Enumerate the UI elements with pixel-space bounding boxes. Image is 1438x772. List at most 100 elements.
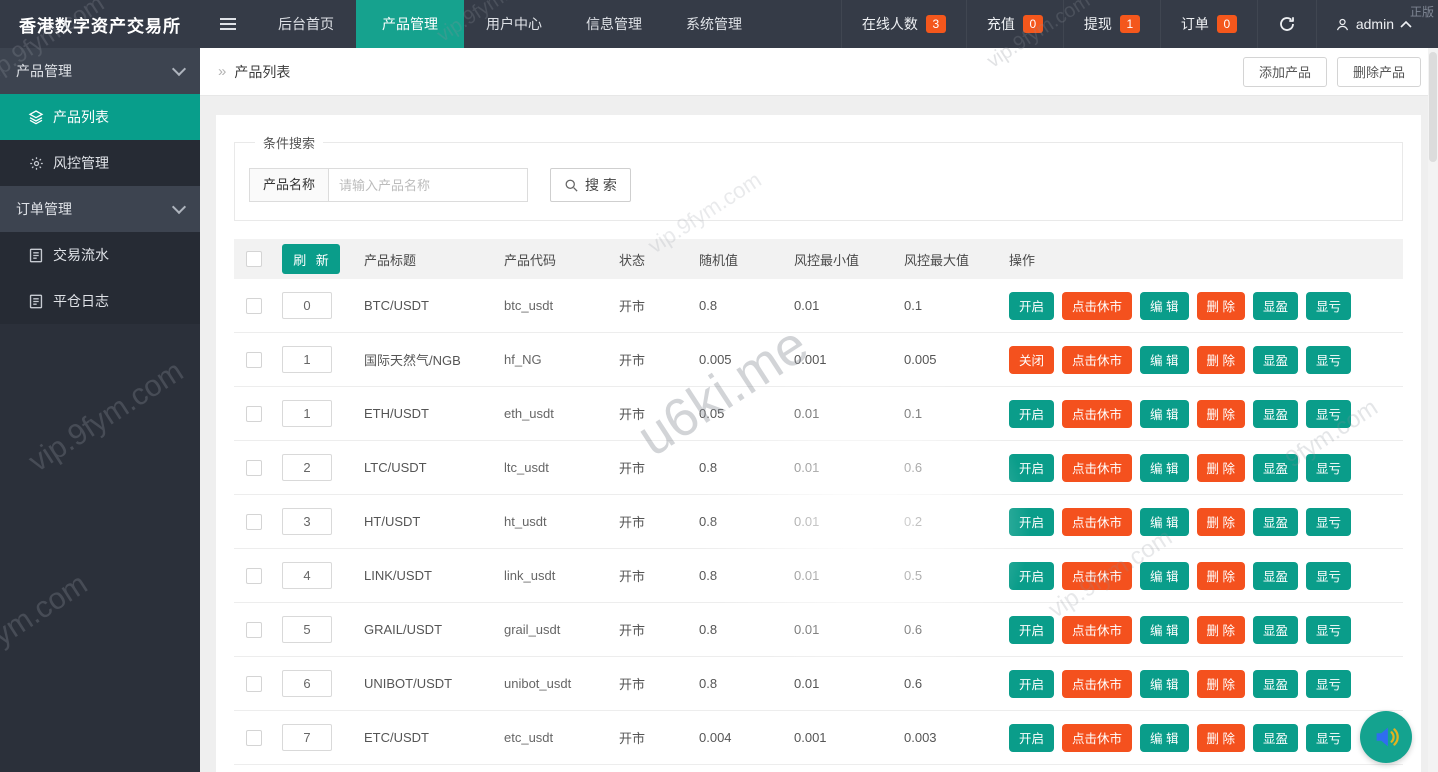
nav-item-1[interactable]: 后台首页 bbox=[256, 0, 356, 48]
open-button[interactable]: 开启 bbox=[1009, 291, 1055, 320]
select-all-checkbox[interactable] bbox=[246, 251, 262, 267]
audio-fab-button[interactable] bbox=[1360, 711, 1412, 763]
sort-input[interactable]: 5 bbox=[282, 616, 332, 643]
edit-button[interactable]: 编 辑 bbox=[1140, 399, 1189, 428]
show-profit-button[interactable]: 显盈 bbox=[1253, 669, 1299, 698]
table-refresh-button[interactable]: 刷 新 bbox=[282, 244, 340, 274]
show-loss-button[interactable]: 显亏 bbox=[1306, 345, 1352, 374]
product-name-input[interactable] bbox=[328, 168, 529, 202]
edit-button[interactable]: 编 辑 bbox=[1140, 291, 1189, 320]
show-loss-button[interactable]: 显亏 bbox=[1306, 399, 1352, 428]
sort-input[interactable]: 1 bbox=[282, 346, 332, 373]
edit-button[interactable]: 编 辑 bbox=[1140, 345, 1189, 374]
sidebar-item-1[interactable]: 产品管理 bbox=[0, 48, 200, 94]
sort-input[interactable]: 4 bbox=[282, 562, 332, 589]
open-button[interactable]: 开启 bbox=[1009, 561, 1055, 590]
edit-button[interactable]: 编 辑 bbox=[1140, 723, 1189, 752]
row-checkbox[interactable] bbox=[246, 513, 262, 530]
pause-market-button[interactable]: 点击休市 bbox=[1062, 345, 1133, 374]
delete-button[interactable]: 删 除 bbox=[1196, 453, 1245, 482]
pause-market-button[interactable]: 点击休市 bbox=[1062, 723, 1133, 752]
sidebar-item-3[interactable]: 风控管理 bbox=[0, 140, 200, 186]
delete-button[interactable]: 删 除 bbox=[1196, 615, 1245, 644]
edit-button[interactable]: 编 辑 bbox=[1140, 507, 1189, 536]
nav-item-3[interactable]: 用户中心 bbox=[464, 0, 564, 48]
row-checkbox[interactable] bbox=[246, 621, 262, 638]
row-checkbox[interactable] bbox=[246, 297, 262, 314]
show-profit-button[interactable]: 显盈 bbox=[1253, 561, 1299, 590]
show-profit-button[interactable]: 显盈 bbox=[1253, 723, 1299, 752]
edit-button[interactable]: 编 辑 bbox=[1140, 615, 1189, 644]
sort-input[interactable]: 2 bbox=[282, 454, 332, 481]
show-loss-button[interactable]: 显亏 bbox=[1306, 291, 1352, 320]
nav-item-5[interactable]: 系统管理 bbox=[664, 0, 764, 48]
nav-counter-2[interactable]: 充值 0 bbox=[965, 0, 1063, 48]
show-loss-button[interactable]: 显亏 bbox=[1306, 723, 1352, 752]
show-profit-button[interactable]: 显盈 bbox=[1253, 291, 1299, 320]
row-checkbox[interactable] bbox=[246, 405, 262, 422]
pause-market-button[interactable]: 点击休市 bbox=[1062, 291, 1133, 320]
delete-button[interactable]: 删 除 bbox=[1196, 291, 1245, 320]
show-loss-button[interactable]: 显亏 bbox=[1306, 669, 1352, 698]
row-checkbox[interactable] bbox=[246, 459, 262, 476]
nav-item-2[interactable]: 产品管理 bbox=[356, 0, 464, 48]
edit-button[interactable]: 编 辑 bbox=[1140, 669, 1189, 698]
pause-market-button[interactable]: 点击休市 bbox=[1062, 453, 1133, 482]
pause-market-button[interactable]: 点击休市 bbox=[1062, 399, 1133, 428]
show-loss-button[interactable]: 显亏 bbox=[1306, 615, 1352, 644]
open-button[interactable]: 开启 bbox=[1009, 453, 1055, 482]
sidebar-item-2[interactable]: 产品列表 bbox=[0, 94, 200, 140]
scrollbar-thumb[interactable] bbox=[1429, 52, 1437, 162]
show-loss-button[interactable]: 显亏 bbox=[1306, 561, 1352, 590]
delete-button[interactable]: 删 除 bbox=[1196, 399, 1245, 428]
show-profit-button[interactable]: 显盈 bbox=[1253, 453, 1299, 482]
pause-market-button[interactable]: 点击休市 bbox=[1062, 615, 1133, 644]
row-checkbox[interactable] bbox=[246, 675, 262, 692]
show-profit-button[interactable]: 显盈 bbox=[1253, 345, 1299, 374]
row-checkbox[interactable] bbox=[246, 729, 262, 746]
nav-counter-1[interactable]: 在线人数 3 bbox=[840, 0, 966, 48]
delete-button[interactable]: 删 除 bbox=[1196, 723, 1245, 752]
hamburger-icon[interactable] bbox=[200, 0, 256, 48]
nav-item-4[interactable]: 信息管理 bbox=[564, 0, 664, 48]
show-profit-button[interactable]: 显盈 bbox=[1253, 507, 1299, 536]
pause-market-button[interactable]: 点击休市 bbox=[1062, 669, 1133, 698]
sidebar-item-5[interactable]: 交易流水 bbox=[0, 232, 200, 278]
delete-button[interactable]: 删 除 bbox=[1196, 345, 1245, 374]
sort-input[interactable]: 1 bbox=[282, 400, 332, 427]
pause-market-button[interactable]: 点击休市 bbox=[1062, 561, 1133, 590]
user-menu[interactable]: admin bbox=[1315, 0, 1438, 48]
close-button[interactable]: 关闭 bbox=[1009, 345, 1055, 374]
sort-input[interactable]: 3 bbox=[282, 508, 332, 535]
sort-input[interactable]: 6 bbox=[282, 670, 332, 697]
show-profit-button[interactable]: 显盈 bbox=[1253, 399, 1299, 428]
edit-button[interactable]: 编 辑 bbox=[1140, 561, 1189, 590]
delete-product-button[interactable]: 删除产品 bbox=[1336, 56, 1421, 87]
scrollbar[interactable] bbox=[1428, 48, 1438, 772]
open-button[interactable]: 开启 bbox=[1009, 507, 1055, 536]
open-button[interactable]: 开启 bbox=[1009, 615, 1055, 644]
show-profit-button[interactable]: 显盈 bbox=[1253, 615, 1299, 644]
open-button[interactable]: 开启 bbox=[1009, 723, 1055, 752]
delete-button[interactable]: 删 除 bbox=[1196, 507, 1245, 536]
row-checkbox[interactable] bbox=[246, 351, 262, 368]
row-checkbox[interactable] bbox=[246, 567, 262, 584]
refresh-icon[interactable] bbox=[1256, 0, 1316, 48]
product-code: btc_usdt bbox=[504, 298, 554, 313]
sidebar-item-6[interactable]: 平仓日志 bbox=[0, 278, 200, 324]
open-button[interactable]: 开启 bbox=[1009, 399, 1055, 428]
sort-input[interactable]: 0 bbox=[282, 292, 332, 319]
sidebar-item-4[interactable]: 订单管理 bbox=[0, 186, 200, 232]
nav-counter-3[interactable]: 提现 1 bbox=[1062, 0, 1160, 48]
delete-button[interactable]: 删 除 bbox=[1196, 669, 1245, 698]
open-button[interactable]: 开启 bbox=[1009, 669, 1055, 698]
delete-button[interactable]: 删 除 bbox=[1196, 561, 1245, 590]
nav-counter-4[interactable]: 订单 0 bbox=[1159, 0, 1257, 48]
search-button[interactable]: 搜 索 bbox=[550, 168, 631, 202]
add-product-button[interactable]: 添加产品 bbox=[1242, 56, 1327, 87]
show-loss-button[interactable]: 显亏 bbox=[1306, 507, 1352, 536]
show-loss-button[interactable]: 显亏 bbox=[1306, 453, 1352, 482]
sort-input[interactable]: 7 bbox=[282, 724, 332, 751]
pause-market-button[interactable]: 点击休市 bbox=[1062, 507, 1133, 536]
edit-button[interactable]: 编 辑 bbox=[1140, 453, 1189, 482]
